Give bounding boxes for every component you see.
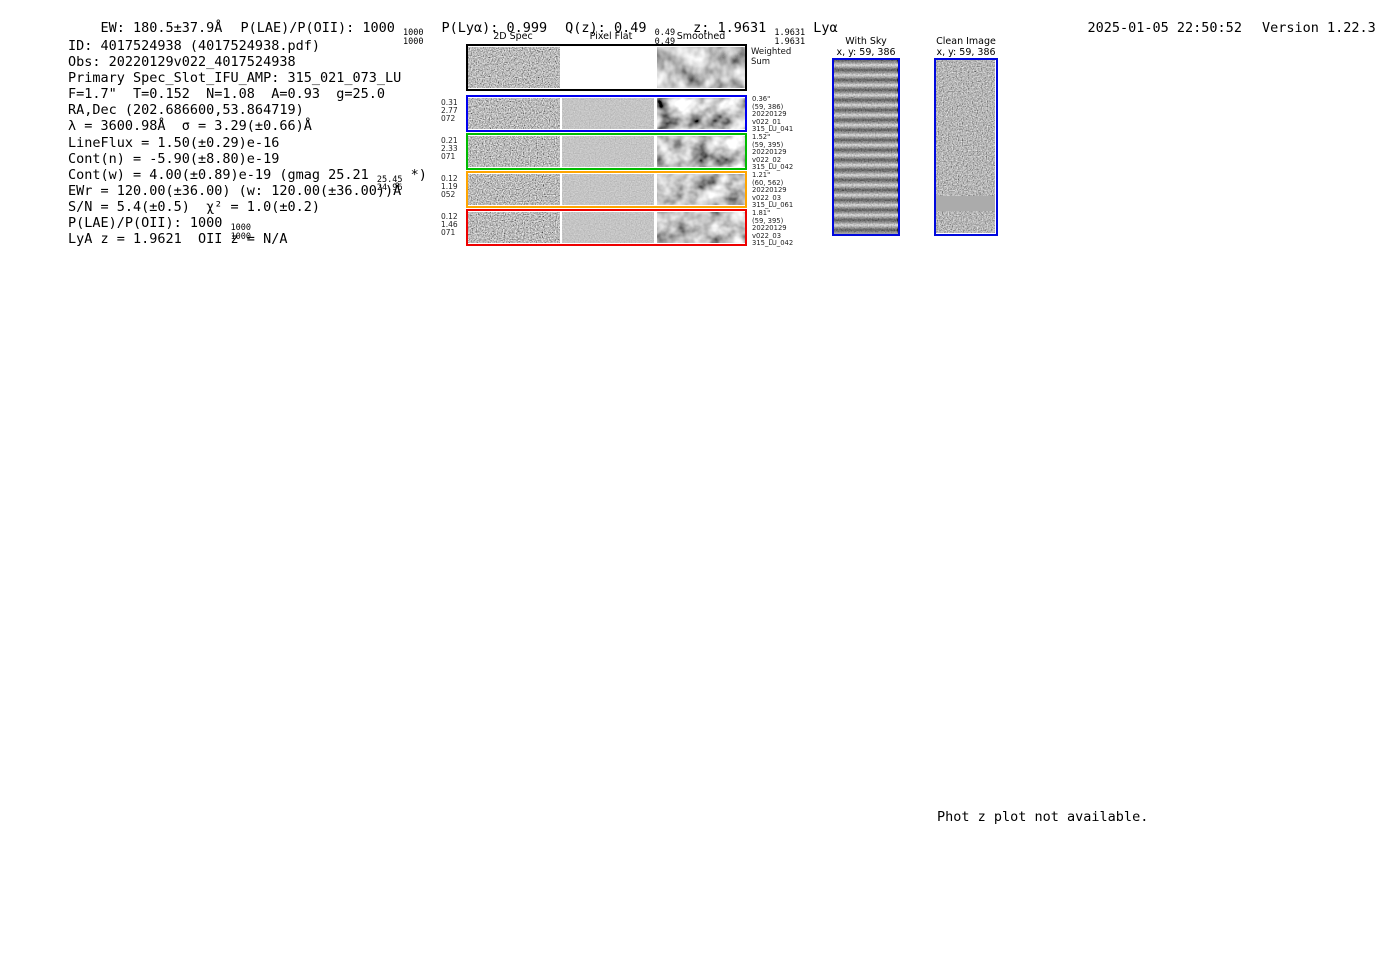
noise-svg [834,60,897,233]
phot-z-note: Phot z plot not available. [937,809,1149,825]
weighted-sum-line: Sum [751,56,771,67]
spec2d-row-left-labels: 0.12 1.46 071 [441,213,463,237]
spec2d-image [468,174,560,205]
pixelflat-image [562,136,654,167]
header-timestamp: 2025-01-05 22:50:52 [1087,20,1242,36]
fiber-weight-label: 071 [441,228,456,237]
noise-svg [657,212,745,243]
noise-svg [468,212,560,243]
info-line: LineFlux = 1.50(±0.29)e-16 [68,134,280,151]
info-line: Cont(w) = 4.00(±0.89)e-19 (gmag 25.21 25… [68,166,427,193]
info-line: Primary Spec_Slot_IFU_AMP: 315_021_073_L… [68,70,402,87]
clean-image [934,58,998,236]
spec2d-row-right-labels: 1.52" (59, 395) 20220129 v022_02 315_LU_042 [752,133,793,172]
spec2d-image [468,98,560,129]
info-line: Obs: 20220129v022_4017524938 [68,54,296,71]
noise-svg [468,174,560,205]
info-line-pre: Cont(w) = 4.00(±0.89)e-19 (gmag 25.21 [68,166,377,183]
info-line: ID: 4017524938 (4017524938.pdf) [68,38,320,54]
spec2d-image [468,212,560,243]
noise-svg [657,174,745,205]
header-plae: P(LAE)/P(OII): 1000 1000 1000 [240,20,423,46]
spec2d-image [468,47,560,88]
spec2d-row-right-labels: 0.36" (59, 386) 20220129 v022_01 315_LU_041 [752,95,793,134]
spec2d-col-header: Pixel Flat [589,31,633,42]
sky-panel-title: With Sky [845,36,887,47]
noise-svg [468,136,560,167]
sky-panel-title: Clean Image [936,36,996,47]
noise-svg [562,174,654,205]
smoothed-image [657,174,745,205]
info-line: LyA z = 1.9621 OII z = N/A [68,231,288,248]
fiber-weight-label: 052 [441,190,456,199]
fiber-id-label: 315_LU_042 [752,239,794,248]
spec2d-image [468,136,560,167]
elixer-report-page: EW: 180.5±37.9Å P(LAE)/P(OII): 1000 1000 1… [0,0,1400,953]
pixelflat-image [562,98,654,129]
pixelflat-image [562,47,654,88]
fiber-weight-label: 071 [441,152,456,161]
header-line-name: Lyα [813,20,838,36]
smoothed-image [657,212,745,243]
spec2d-col-header: Smoothed [676,31,726,42]
noise-svg [657,136,745,167]
header-ew: EW: 180.5±37.9Å [100,20,223,36]
info-line-post: *) [402,166,427,183]
info-line: F=1.7" T=0.152 N=1.08 A=0.93 g=25.0 [68,86,385,103]
spec2d-col-header: 2D Spec [493,31,533,42]
pixelflat-image [562,174,654,205]
smoothed-image [657,47,745,88]
fiber-weight-label: 072 [441,114,456,123]
sky-panel-coords: x, y: 59, 386 [936,47,996,58]
info-line: λ = 3600.98Å σ = 3.29(±0.66)Å [68,118,312,135]
spec2d-row-right-labels: 1.21" (60, 562) 20220129 v022_03 315_LU_061 [752,171,793,210]
header-plae-label: P(LAE)/P(OII): 1000 [240,20,395,36]
smoothed-image [657,136,745,167]
spec2d-row-left-labels: 0.31 2.77 072 [441,99,463,123]
noise-svg [468,98,560,129]
smoothed-image [657,98,745,129]
header-version: Version 1.22.3 [1261,20,1376,36]
spec2d-row-left-labels: 0.12 1.19 052 [441,175,463,199]
info-line: RA,Dec (202.686600,53.864719) [68,102,304,119]
info-line-pre: P(LAE)/P(OII): 1000 [68,215,231,232]
noise-svg [562,136,654,167]
with-sky-image [832,58,900,236]
info-line: Cont(n) = -5.90(±8.80)e-19 [68,150,280,167]
info-line: P(LAE)/P(OII): 1000 1000 1000 [68,215,427,241]
noise-svg [562,212,654,243]
z-fraction: 1.9631 1.9631 [774,29,805,46]
spec2d-row-right-labels: 1.81" (59, 395) 20220129 v022_03 315_LU_042 [752,209,794,248]
detection-info-block: ID: 4017524938 (4017524938.pdf) Obs: 2022… [68,38,427,247]
header-timestamp-version: 2025-01-05 22:50:52 Version 1.22.3 [1055,4,1396,52]
info-line: EWr = 120.00(±36.00) (w: 120.00(±36.00))… [68,182,402,199]
info-line: S/N = 5.4(±0.5) χ² = 1.0(±0.2) [68,198,320,215]
noise-svg [562,98,654,129]
weighted-sum-label: Weighted Sum [751,47,791,67]
z-lo: 1.9631 [774,36,806,47]
spec2d-row-left-labels: 0.21 2.33 071 [441,137,463,161]
clean-image-sky-band [936,196,995,211]
sky-panel-coords: x, y: 59, 386 [836,47,896,58]
noise-svg [468,47,560,88]
with-sky-noise [834,60,897,233]
noise-svg [657,47,745,88]
pixelflat-image [562,212,654,243]
noise-svg [657,98,745,129]
